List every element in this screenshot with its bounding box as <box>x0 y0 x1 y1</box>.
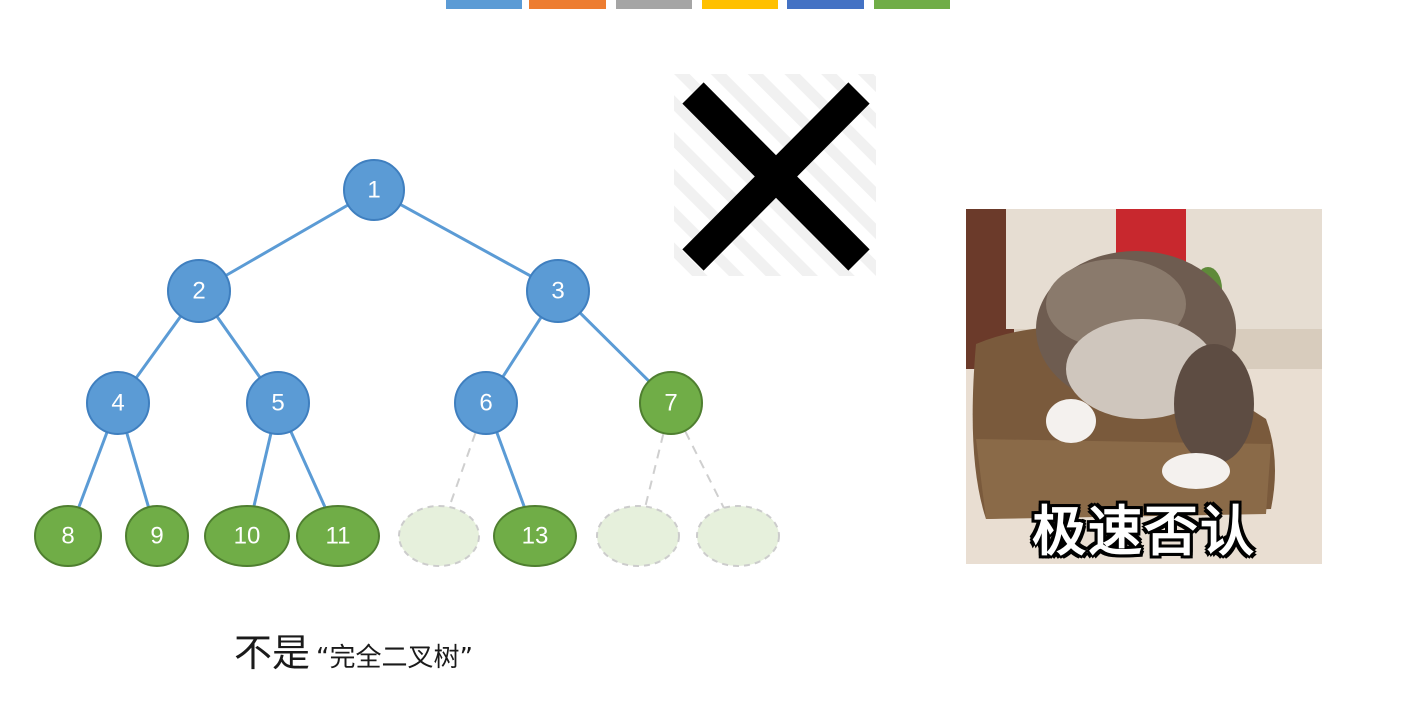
tree-node-label: 2 <box>192 278 205 305</box>
tree-node-label: 1 <box>367 177 380 204</box>
meme-caption: 极速否认 <box>1032 500 1256 563</box>
tree-node-13: 13 <box>493 505 577 567</box>
cross-mark-icon <box>674 74 876 276</box>
tree-node-label: 15 <box>725 523 752 550</box>
tree-node-label: 8 <box>61 523 74 550</box>
tree-edges <box>66 188 739 537</box>
tree-node-label: 13 <box>522 523 549 550</box>
caption-quoted-text: “完全二叉树” <box>316 643 473 673</box>
tree-node-label: 10 <box>234 523 261 550</box>
tree-node-label: 14 <box>625 523 652 550</box>
tree-node-label: 6 <box>479 390 492 417</box>
tree-node-label: 4 <box>111 390 124 417</box>
tree-node-9: 9 <box>125 505 189 567</box>
tree-node-label: 9 <box>150 523 163 550</box>
tree-node-label: 5 <box>271 390 284 417</box>
tree-node-14: 14 <box>596 505 680 567</box>
caption-main-text: 不是 <box>234 631 311 675</box>
tree-node-4: 4 <box>86 371 150 435</box>
tree-node-label: 12 <box>426 523 453 550</box>
tree-node-1: 1 <box>343 159 405 221</box>
tree-node-5: 5 <box>246 371 310 435</box>
tree-node-12: 12 <box>398 505 480 567</box>
tree-node-15: 15 <box>696 505 780 567</box>
tree-node-2: 2 <box>167 259 231 323</box>
tree-node-label: 7 <box>664 390 677 417</box>
tree-node-7: 7 <box>639 371 703 435</box>
tree-node-11: 11 <box>296 505 380 567</box>
tree-node-10: 10 <box>204 505 290 567</box>
tree-node-6: 6 <box>454 371 518 435</box>
caption: 不是 “完全二叉树” <box>234 622 473 677</box>
meme-image: 极速否认 <box>966 209 1322 564</box>
tree-node-label: 11 <box>326 523 351 550</box>
tree-node-8: 8 <box>34 505 102 567</box>
tree-node-3: 3 <box>526 259 590 323</box>
tree-node-label: 3 <box>551 278 564 305</box>
